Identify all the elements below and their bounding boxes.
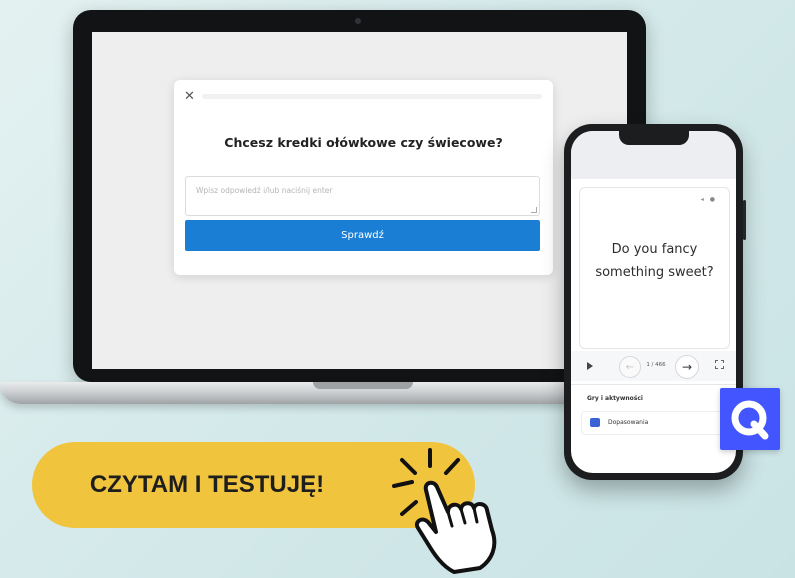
flashcard[interactable]: ◂● Do you fancy something sweet? [579,187,730,349]
play-icon[interactable] [587,362,593,370]
phone-screen: ◂● Do you fancy something sweet? ← 1 / 4… [571,131,736,473]
laptop-screen: ✕ Chcesz kredki ołówkowe czy świecowe? W… [92,32,627,369]
close-icon[interactable]: ✕ [184,90,195,103]
laptop: ✕ Chcesz kredki ołówkowe czy świecowe? W… [73,10,646,382]
laptop-camera [355,18,361,24]
cta-label: CZYTAM I TESTUJĘ! [89,471,325,498]
phone-side-button [743,200,746,240]
star-icon[interactable]: ● [710,196,721,203]
phone: ◂● Do you fancy something sweet? ← 1 / 4… [564,124,743,480]
next-card-button[interactable]: → [675,355,699,379]
answer-placeholder: Wpisz odpowiedź i/lub naciśnij enter [196,186,333,195]
speaker-icon[interactable]: ◂ [701,196,710,203]
games-section-title: Gry i aktywności [587,395,643,402]
quizlet-q-icon [731,400,769,440]
quizlet-logo [720,388,780,450]
answer-input[interactable]: Wpisz odpowiedź i/lub naciśnij enter [185,176,540,216]
divider [571,384,736,385]
phone-notch [619,131,689,145]
pointing-hand-click-icon [392,448,497,574]
quiz-card: ✕ Chcesz kredki ołówkowe czy świecowe? W… [174,80,553,275]
flashcard-text: Do you fancy something sweet? [580,238,729,284]
card-counter: 1 / 466 [646,362,666,368]
resize-grip-icon[interactable] [531,207,537,213]
flashcard-line-1: Do you fancy [611,242,698,257]
activity-label: Dopasowania [608,419,649,426]
fullscreen-icon[interactable] [715,360,724,369]
previous-card-button[interactable]: ← [619,356,641,378]
flashcard-line-2: something sweet? [595,265,714,280]
check-answer-button[interactable]: Sprawdź [185,220,540,251]
flashcard-controls: ← 1 / 466 → [571,351,736,381]
flashcard-icons: ◂● [701,196,721,203]
laptop-base-notch [313,382,413,389]
quiz-question: Chcesz kredki ołówkowe czy świecowe? [224,135,503,150]
matching-icon [590,418,600,427]
progress-bar [202,94,542,99]
activity-matching[interactable]: Dopasowania [581,411,728,435]
